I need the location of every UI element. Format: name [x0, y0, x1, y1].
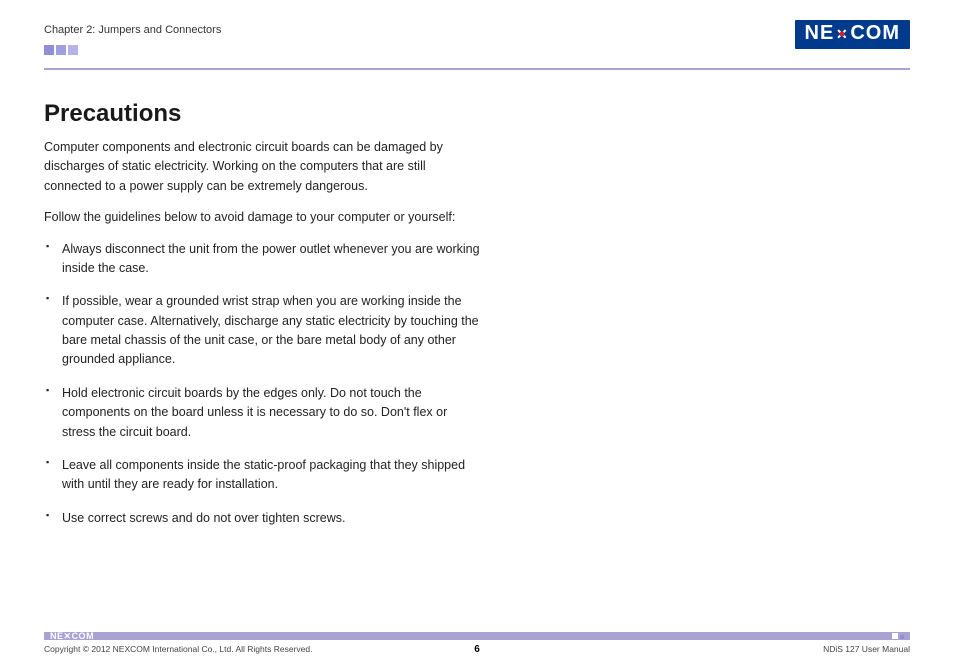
decorative-squares	[44, 42, 221, 60]
intro-paragraph: Computer components and electronic circu…	[44, 138, 484, 196]
list-item: Use correct screws and do not over tight…	[58, 509, 484, 528]
page-title: Precautions	[44, 100, 484, 128]
nexcom-logo: NE COM	[795, 20, 910, 49]
list-item: Always disconnect the unit from the powe…	[58, 240, 484, 279]
page-footer: NE✕COM Copyright © 2012 NEXCOM Internati…	[44, 632, 910, 654]
logo-text-right: COM	[850, 22, 900, 45]
chapter-title: Chapter 2: Jumpers and Connectors	[44, 20, 221, 36]
logo-text-left: NE	[805, 22, 835, 45]
page-header: Chapter 2: Jumpers and Connectors NE COM	[44, 20, 910, 66]
footer-decorative-marks	[892, 633, 904, 639]
logo-box: NE COM	[795, 20, 910, 49]
main-content: Precautions Computer components and elec…	[44, 100, 484, 528]
footer-logo: NE✕COM	[50, 631, 94, 642]
manual-name: NDiS 127 User Manual	[823, 644, 910, 654]
follow-paragraph: Follow the guidelines below to avoid dam…	[44, 208, 484, 227]
logo-x-icon	[834, 22, 850, 45]
guidelines-list: Always disconnect the unit from the powe…	[44, 240, 484, 529]
list-item: Leave all components inside the static-p…	[58, 456, 484, 495]
footer-text-row: Copyright © 2012 NEXCOM International Co…	[44, 644, 910, 654]
header-left: Chapter 2: Jumpers and Connectors	[44, 20, 221, 60]
header-divider	[44, 68, 910, 70]
copyright-text: Copyright © 2012 NEXCOM International Co…	[44, 644, 312, 654]
list-item: Hold electronic circuit boards by the ed…	[58, 384, 484, 442]
page-number: 6	[474, 644, 480, 655]
list-item: If possible, wear a grounded wrist strap…	[58, 292, 484, 370]
footer-bar: NE✕COM	[44, 632, 910, 640]
